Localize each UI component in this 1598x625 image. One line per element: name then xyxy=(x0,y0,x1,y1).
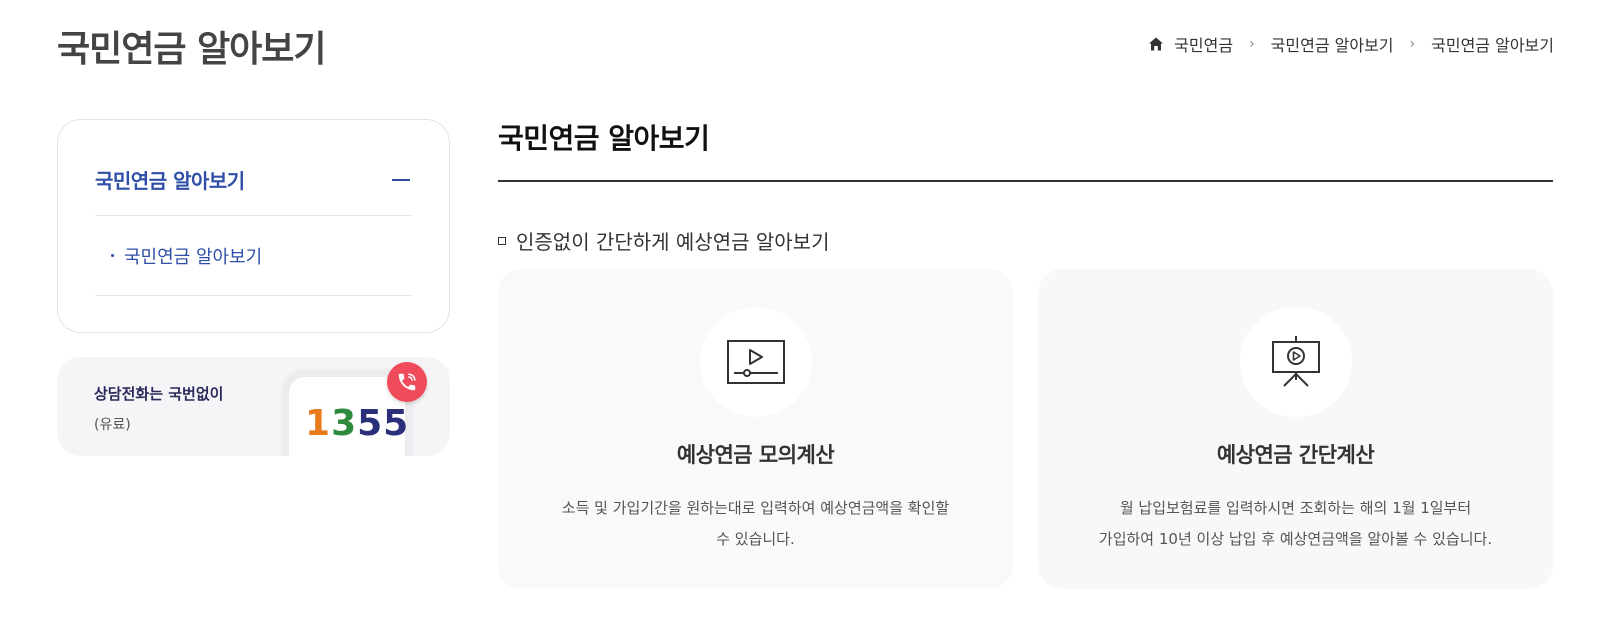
side-nav-header[interactable]: 국민연금 알아보기 xyxy=(95,120,412,216)
call-banner-note: (유료) xyxy=(94,417,131,433)
card-title: 예상연금 모의계산 xyxy=(676,443,835,467)
card-simple-calc[interactable]: 예상연금 간단계산 월 납입보험료를 입력하시면 조회하는 해의 1월 1일부터… xyxy=(1038,269,1553,589)
minus-icon[interactable] xyxy=(392,178,410,181)
breadcrumb-item-about[interactable]: 국민연금 알아보기 xyxy=(1271,32,1394,56)
bullet-icon xyxy=(111,254,114,257)
subheading-text: 인증없이 간단하게 예상연금 알아보기 xyxy=(516,230,830,254)
card-description: 월 납입보험료를 입력하시면 조회하는 해의 1월 1일부터 가입하여 10년 … xyxy=(1068,493,1523,555)
call-number-part: 1 xyxy=(305,403,332,444)
section-title: 국민연금 알아보기 xyxy=(498,122,710,155)
breadcrumb-separator: › xyxy=(1409,36,1416,52)
card-desc-line: 수 있습니다. xyxy=(716,530,795,548)
sidebar-item-label[interactable]: 국민연금 알아보기 xyxy=(124,243,262,269)
video-player-icon xyxy=(700,307,812,417)
presentation-screen-icon xyxy=(1240,307,1352,417)
call-banner-text: 상담전화는 국번없이 xyxy=(94,385,224,403)
card-desc-line: 소득 및 가입기간을 원하는대로 입력하여 예상연금액을 확인할 xyxy=(561,499,950,517)
call-number-part: 3 xyxy=(331,403,358,444)
breadcrumb-item-pension[interactable]: 국민연금 xyxy=(1174,32,1233,56)
breadcrumb-item-current[interactable]: 국민연금 알아보기 xyxy=(1431,32,1554,56)
card-simulation-calc[interactable]: 예상연금 모의계산 소득 및 가입기간을 원하는대로 입력하여 예상연금액을 확… xyxy=(498,269,1013,589)
card-desc-line: 월 납입보험료를 입력하시면 조회하는 해의 1월 1일부터 xyxy=(1119,499,1472,517)
phone-call-icon xyxy=(387,362,427,402)
section-divider xyxy=(498,180,1553,182)
card-desc-line: 가입하여 10년 이상 납입 후 예상연금액을 알아볼 수 있습니다. xyxy=(1098,530,1493,548)
square-bullet-icon xyxy=(498,236,506,245)
subheading: 인증없이 간단하게 예상연금 알아보기 xyxy=(498,226,829,255)
card-title: 예상연금 간단계산 xyxy=(1216,443,1375,467)
call-center-banner[interactable]: 상담전화는 국번없이 (유료) 1355 xyxy=(57,357,450,456)
sidebar-item-about[interactable]: 국민연금 알아보기 xyxy=(95,216,412,296)
call-number: 1355 xyxy=(305,403,409,444)
breadcrumb: 국민연금 › 국민연금 알아보기 › 국민연금 알아보기 xyxy=(1148,32,1554,56)
page-title: 국민연금 알아보기 xyxy=(57,29,326,70)
home-icon[interactable] xyxy=(1148,36,1164,52)
breadcrumb-separator: › xyxy=(1249,36,1255,52)
side-nav: 국민연금 알아보기 국민연금 알아보기 xyxy=(57,119,450,333)
card-description: 소득 및 가입기간을 원하는대로 입력하여 예상연금액을 확인할 수 있습니다. xyxy=(528,493,983,555)
call-number-part: 55 xyxy=(357,403,410,444)
side-nav-title[interactable]: 국민연금 알아보기 xyxy=(95,165,245,194)
